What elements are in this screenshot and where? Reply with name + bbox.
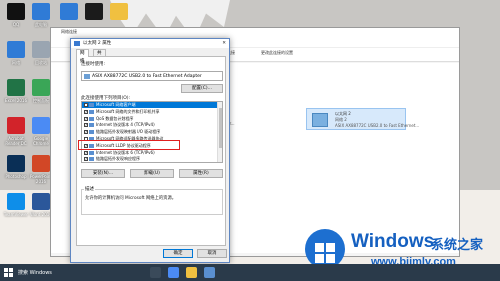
component-icon (89, 123, 94, 128)
tab-network[interactable]: 网络 (76, 49, 89, 64)
connection-item[interactable]: ✓ 链路层拓扑发现响应程序 (82, 156, 218, 162)
close-icon[interactable]: ✕ (222, 39, 226, 48)
item-checkbox[interactable]: ✓ (84, 150, 88, 155)
taskbar: 搜索 Windows (0, 264, 500, 281)
description-group: 描述 允许你的计算机访问 Microsoft 网络上的资源。 (81, 186, 223, 215)
network-taskbar-icon[interactable] (204, 267, 215, 278)
component-icon (89, 157, 94, 162)
computer-network-icon (312, 113, 328, 127)
properties-button[interactable]: 属性(R) (179, 169, 223, 178)
app-icon (32, 79, 50, 96)
configure-button[interactable]: 配置(C)... (181, 84, 223, 93)
component-icon (89, 116, 94, 121)
ok-button[interactable]: 确定 (163, 249, 193, 258)
uninstall-button[interactable]: 卸载(U) (130, 169, 174, 178)
item-checkbox[interactable]: ✓ (84, 116, 88, 121)
ethernet-properties-dialog: 以太网 2 属性 ✕ 网络 共享 连接时使用: ASIX AX88772C US… (70, 38, 230, 263)
chrome-taskbar-icon[interactable] (168, 267, 179, 278)
network-card-icon (84, 74, 90, 79)
window-title: 网络连接 (51, 28, 459, 36)
watermark-title: 系统之家 (431, 238, 484, 253)
item-label: 链路层拓扑发现映射器 I/O 驱动程序 (96, 129, 161, 135)
item-checkbox[interactable]: ✓ (84, 157, 88, 162)
item-checkbox[interactable]: ✓ (84, 123, 88, 128)
app-icon (7, 117, 25, 134)
item-label: Microsoft 网络的文件和打印机共享 (96, 108, 160, 114)
app-icon (32, 117, 50, 134)
item-label: 链路层拓扑发现响应程序 (96, 156, 140, 162)
connection-item[interactable]: ✓ Microsoft 网络的文件和打印机共享 (82, 109, 218, 115)
app-icon (32, 3, 50, 20)
component-icon (89, 109, 94, 114)
install-button[interactable]: 安装(N)... (81, 169, 125, 178)
task-view-icon[interactable] (150, 267, 161, 278)
app-icon (7, 41, 25, 58)
dialog-titlebar: 以太网 2 属性 ✕ (71, 39, 229, 48)
app-icon (7, 155, 25, 172)
component-icon (89, 103, 94, 107)
description-header: 描述 (84, 186, 95, 192)
connection-item[interactable]: ✓ Microsoft 网络客户端 (82, 102, 218, 108)
connection-item[interactable]: ✓ Internet 协议版本 4 (TCP/IPv4) (82, 122, 218, 128)
app-icon (32, 41, 50, 58)
change-settings-command[interactable]: 更改此连接的设置 (261, 50, 293, 56)
scrollbar-thumb[interactable] (219, 108, 222, 148)
component-icon (89, 150, 94, 155)
app-icon (110, 3, 128, 20)
ethernet-2-connection[interactable]: 以太网 2 网络 2 ASIX AX88772C USB2.0 to Fast … (306, 108, 419, 130)
item-label: Internet 协议版本 4 (TCP/IPv4) (96, 122, 155, 128)
windows-logo (305, 229, 345, 269)
item-label: QoS 数据包计划程序 (96, 115, 134, 121)
adapter-name: ASIX AX88772C USB2.0 to Fast Ethernet Ad… (92, 74, 202, 79)
connection-item[interactable]: ✓ Internet 协议版本 6 (TCP/IPv6) (82, 150, 218, 156)
app-icon (85, 3, 103, 20)
connection-adapter: ASIX AX88772C USB2.0 to Fast Ethernet... (335, 123, 420, 128)
item-label: Microsoft 网络客户端 (96, 102, 136, 107)
item-checkbox[interactable]: ✓ (84, 130, 88, 135)
connection-item[interactable]: ✓ 链路层拓扑发现映射器 I/O 驱动程序 (82, 129, 218, 135)
item-checkbox[interactable]: ✓ (84, 103, 88, 107)
taskbar-search[interactable]: 搜索 Windows (18, 269, 52, 276)
app-icon (7, 79, 25, 96)
app-icon (32, 193, 50, 210)
windows-start-icon[interactable] (4, 268, 13, 277)
item-checkbox[interactable]: ✓ (84, 109, 88, 114)
app-icon (60, 3, 78, 20)
adapter-field: ASIX AX88772C USB2.0 to Fast Ethernet Ad… (81, 71, 223, 81)
item-label: Internet 协议版本 6 (TCP/IPv6) (96, 149, 155, 155)
app-icon (32, 155, 50, 172)
ipv4-highlight-box (78, 140, 180, 150)
watermark-brand: Windows (351, 231, 435, 252)
app-icon (7, 193, 25, 210)
list-scrollbar[interactable] (217, 102, 222, 162)
network-adapter-icon (74, 41, 80, 46)
component-icon (89, 130, 94, 135)
cancel-button[interactable]: 取消 (197, 249, 227, 258)
connection-item[interactable]: ✓ QoS 数据包计划程序 (82, 116, 218, 122)
description-text: 允许你的计算机访问 Microsoft 网络上的资源。 (85, 196, 177, 201)
dialog-title: 以太网 2 属性 (83, 41, 112, 46)
app-icon (7, 3, 25, 20)
explorer-taskbar-icon[interactable] (186, 267, 197, 278)
network-tab-panel: 连接时使用: ASIX AX88772C USB2.0 to Fast Ethe… (76, 56, 226, 246)
connection-items-list[interactable]: ✓ Microsoft 网络客户端 ✓ Microsoft 网络的文件和打印机共享 ✓ Q… (81, 101, 223, 163)
